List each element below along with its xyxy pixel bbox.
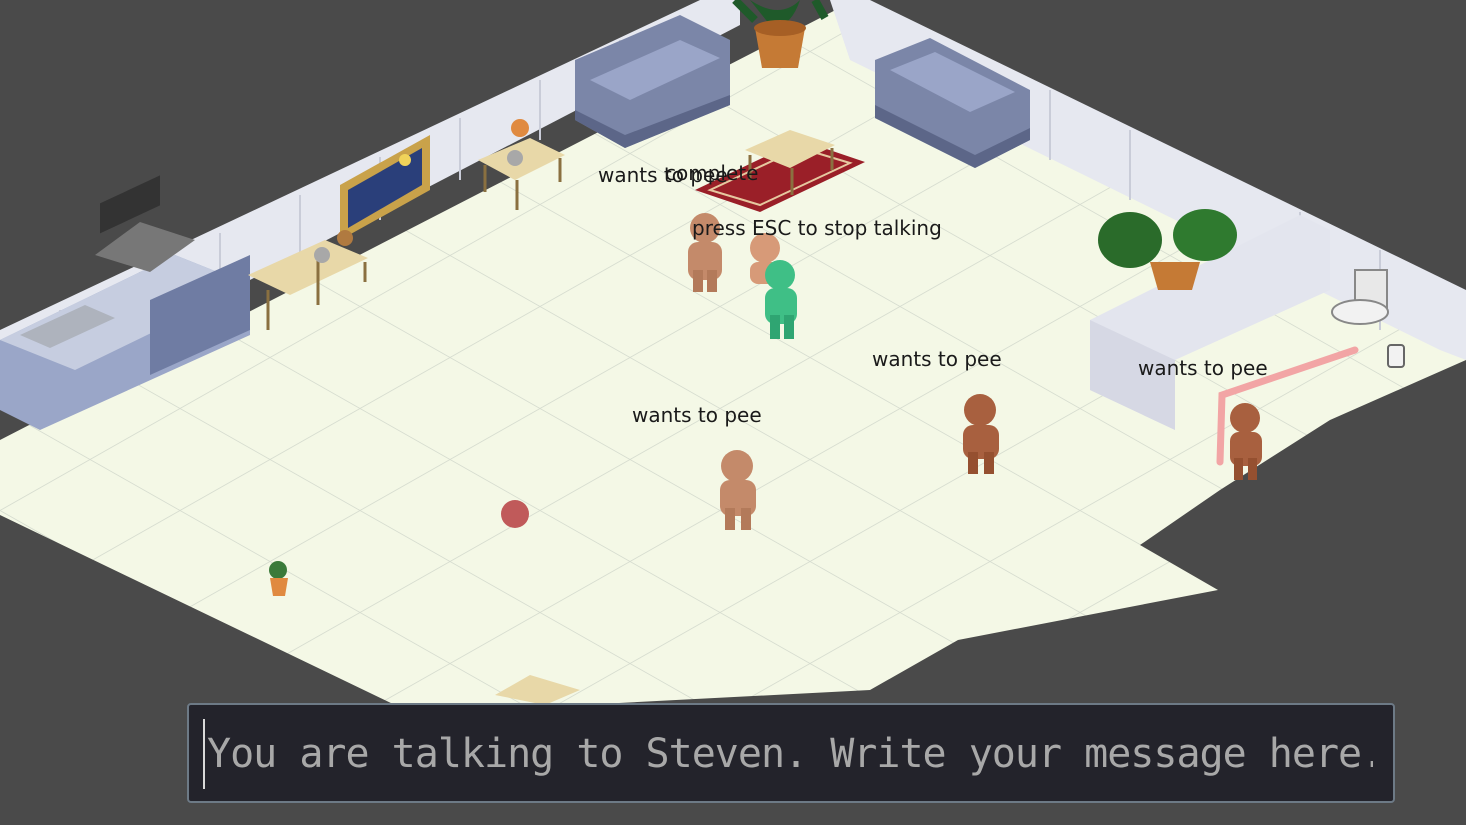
game-scene[interactable]: wants to pee complete press ESC to stop … [0,0,1466,825]
floor[interactable] [0,0,1466,705]
npc-status-label: wants to pee [872,347,1002,371]
npc-status-label: wants to pee [632,403,762,427]
target-marker [501,500,529,528]
overlap-label-b: complete [665,161,758,185]
npc-status-label: wants to pee [1138,356,1268,380]
soap-bottle-icon [1387,344,1405,368]
chat-input-box[interactable] [187,703,1395,803]
chat-message-input[interactable] [203,719,1373,789]
talk-hint: press ESC to stop talking [692,216,942,240]
